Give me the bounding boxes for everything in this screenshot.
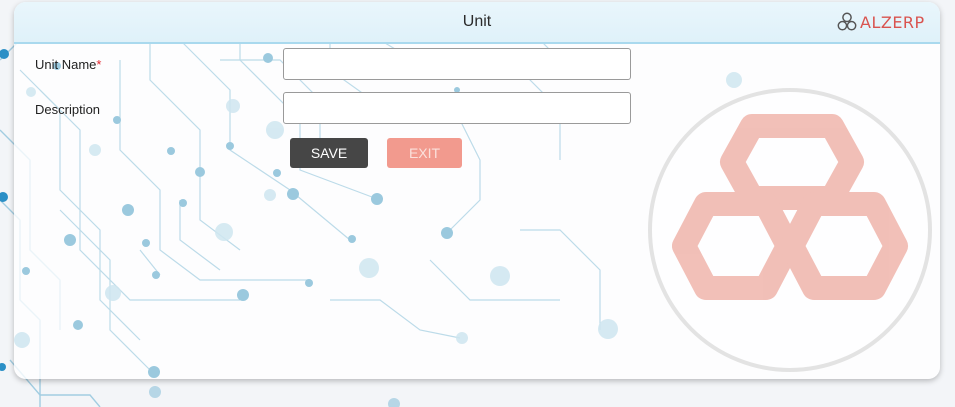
alzerp-watermark-icon [648,88,932,372]
title-bar: Unit ALZERP [14,2,940,44]
description-label: Description [35,102,101,117]
alzerp-logo-icon [837,12,857,31]
exit-button[interactable]: EXIT [387,138,462,168]
window-title: Unit [462,13,492,30]
unit-name-input[interactable] [283,48,631,80]
description-input[interactable] [283,92,631,124]
unit-name-label: Unit Name* [35,57,102,72]
logo-text: ALZERP [860,12,925,32]
alzerp-logo: ALZERP [836,11,925,33]
required-marker: * [96,57,102,72]
unit-form-dialog: Unit ALZERP Unit Name* Description SAVE … [14,2,940,379]
save-button[interactable]: SAVE [290,138,368,168]
